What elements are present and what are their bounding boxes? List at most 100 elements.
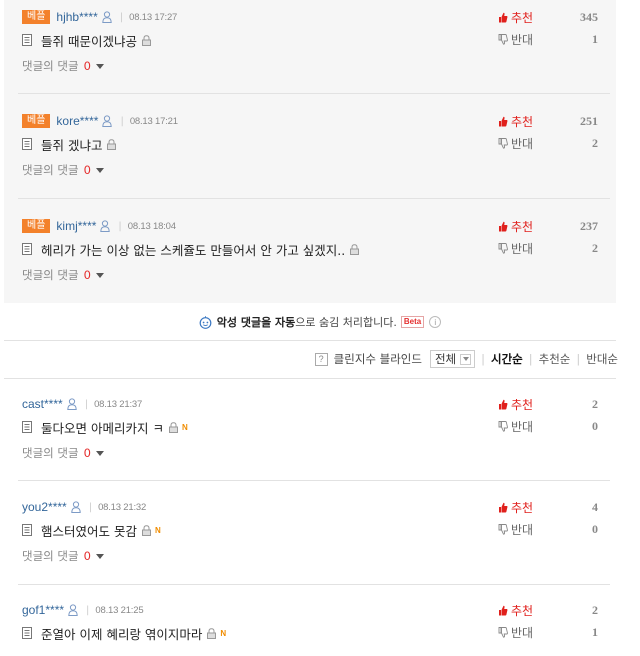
comment-divider — [18, 480, 610, 481]
user-icon — [68, 604, 78, 616]
downvote-button[interactable]: 반대 1 — [498, 624, 598, 640]
caret-down-icon — [95, 272, 104, 278]
best-comment: 베플 hjhb**** | 08.13 17:27 들쥐 때문이겠냐공 댓글의 … — [22, 9, 598, 89]
replies-toggle[interactable]: 댓글의 댓글 0 — [22, 162, 104, 178]
upvote-button[interactable]: 추천 2 — [498, 602, 598, 618]
chevron-down-icon — [460, 353, 472, 365]
comment-text: 둘다오면 아메리카지 ㅋ — [41, 420, 164, 436]
comment-time: 08.13 21:32 — [98, 501, 147, 513]
replies-toggle[interactable]: 댓글의 댓글 0 — [22, 548, 104, 564]
sort-by-dislikes[interactable]: 반대순 — [586, 351, 618, 367]
replies-toggle[interactable]: 댓글의 댓글 0 — [22, 267, 104, 283]
replies-label: 댓글의 댓글 — [22, 549, 79, 563]
best-badge: 베플 — [22, 219, 51, 233]
beta-badge: Beta — [400, 316, 425, 328]
upvote-button[interactable]: 추천 251 — [498, 113, 598, 129]
comment-author[interactable]: you2**** — [22, 500, 67, 514]
replies-toggle[interactable]: 댓글의 댓글 0 — [22, 445, 104, 461]
downvote-button[interactable]: 반대 1 — [498, 31, 598, 47]
thumbs-down-icon — [498, 421, 508, 432]
comment-meta: cast**** | 08.13 21:37 — [22, 396, 142, 412]
best-comment: 베플 kimj**** | 08.13 18:04 헤리가 가는 이상 없는 스… — [22, 218, 598, 298]
comment-author[interactable]: cast**** — [22, 397, 63, 411]
comment-author[interactable]: kimj**** — [56, 219, 96, 233]
downvote-button[interactable]: 반대 2 — [498, 135, 598, 151]
lock-icon — [142, 35, 151, 46]
upvote-count: 345 — [580, 9, 598, 24]
downvote-button[interactable]: 반대 0 — [498, 521, 598, 537]
comment: you2**** | 08.13 21:32 햄스터였어도 못감 N 댓글의 댓… — [22, 499, 598, 579]
replies-label: 댓글의 댓글 — [22, 163, 79, 177]
comment-meta: gof1**** | 08.13 21:25 — [22, 602, 144, 618]
downvote-button[interactable]: 반대 2 — [498, 240, 598, 256]
notice-text: 으로 숨김 처리합니다. — [295, 316, 397, 329]
comment-author[interactable]: kore**** — [56, 114, 98, 128]
upvote-count: 2 — [592, 602, 598, 617]
comment-time: 08.13 18:04 — [127, 220, 176, 232]
help-icon[interactable]: ? — [314, 352, 328, 366]
comment: gof1**** | 08.13 21:25 준열아 이제 혜리랑 엮이지마라 … — [22, 602, 598, 656]
downvote-label: 반대 — [511, 136, 534, 151]
upvote-button[interactable]: 추천 4 — [498, 499, 598, 515]
comment-body: 들쥐 겠냐고 — [22, 135, 116, 153]
lock-icon — [350, 244, 359, 255]
thumbs-down-icon — [498, 243, 508, 254]
thumbs-up-icon — [498, 502, 508, 513]
replies-toggle[interactable]: 댓글의 댓글 0 — [22, 58, 104, 74]
upvote-button[interactable]: 추천 237 — [498, 218, 598, 234]
thumbs-up-icon — [498, 116, 508, 127]
document-icon — [22, 34, 32, 46]
replies-count: 0 — [83, 59, 91, 73]
section-divider — [4, 378, 616, 379]
comment-text: 들쥐 겠냐고 — [41, 137, 103, 153]
user-icon — [71, 501, 81, 513]
upvote-label: 추천 — [511, 500, 534, 515]
thumbs-up-icon — [498, 399, 508, 410]
sort-by-likes[interactable]: 추천순 — [539, 351, 571, 367]
upvote-label: 추천 — [511, 114, 534, 129]
sort-separator: | — [576, 352, 581, 366]
comment-text: 준열아 이제 혜리랑 엮이지마라 — [41, 626, 203, 642]
user-icon — [100, 220, 110, 232]
downvote-label: 반대 — [511, 419, 534, 434]
meta-separator: | — [119, 11, 124, 23]
downvote-count: 2 — [592, 240, 598, 255]
downvote-label: 반대 — [511, 625, 534, 640]
document-icon — [22, 138, 32, 150]
downvote-button[interactable]: 반대 0 — [498, 418, 598, 434]
clean-filter-label: 클린지수 블라인드 — [333, 352, 422, 366]
blind-filter-select[interactable]: 전체 — [429, 350, 476, 368]
best-badge: 베플 — [22, 10, 51, 24]
downvote-count: 0 — [592, 521, 598, 536]
upvote-button[interactable]: 추천 2 — [498, 396, 598, 412]
new-icon: N — [181, 422, 188, 432]
document-icon — [22, 421, 32, 433]
downvote-label: 반대 — [511, 241, 534, 256]
sort-separator: | — [528, 352, 533, 366]
comment-author[interactable]: hjhb**** — [56, 10, 97, 24]
downvote-count: 2 — [592, 135, 598, 150]
replies-count: 0 — [83, 163, 91, 177]
select-value: 전체 — [434, 352, 457, 366]
comment-author[interactable]: gof1**** — [22, 603, 64, 617]
new-icon: N — [220, 628, 227, 638]
comment-divider — [18, 584, 610, 585]
comment-body: 헤리가 가는 이상 없는 스케쥴도 만들어서 안 가고 싶겠지.. — [22, 240, 359, 258]
info-icon[interactable]: i — [429, 316, 442, 328]
upvote-button[interactable]: 추천 345 — [498, 9, 598, 25]
comment-time: 08.13 17:21 — [129, 115, 178, 127]
meta-separator: | — [120, 115, 124, 127]
upvote-label: 추천 — [511, 397, 534, 412]
downvote-label: 반대 — [511, 522, 534, 537]
document-icon — [22, 243, 32, 255]
document-icon — [22, 627, 32, 639]
caret-down-icon — [95, 553, 104, 559]
sort-separator: | — [481, 352, 485, 366]
sort-by-time[interactable]: 시간순 — [491, 351, 523, 367]
thumbs-down-icon — [498, 34, 508, 45]
comment-meta: 베플 kore**** | 08.13 17:21 — [22, 113, 178, 129]
comment-divider — [18, 93, 610, 94]
thumbs-up-icon — [498, 12, 508, 23]
new-icon: N — [154, 525, 161, 535]
replies-count: 0 — [83, 446, 91, 460]
